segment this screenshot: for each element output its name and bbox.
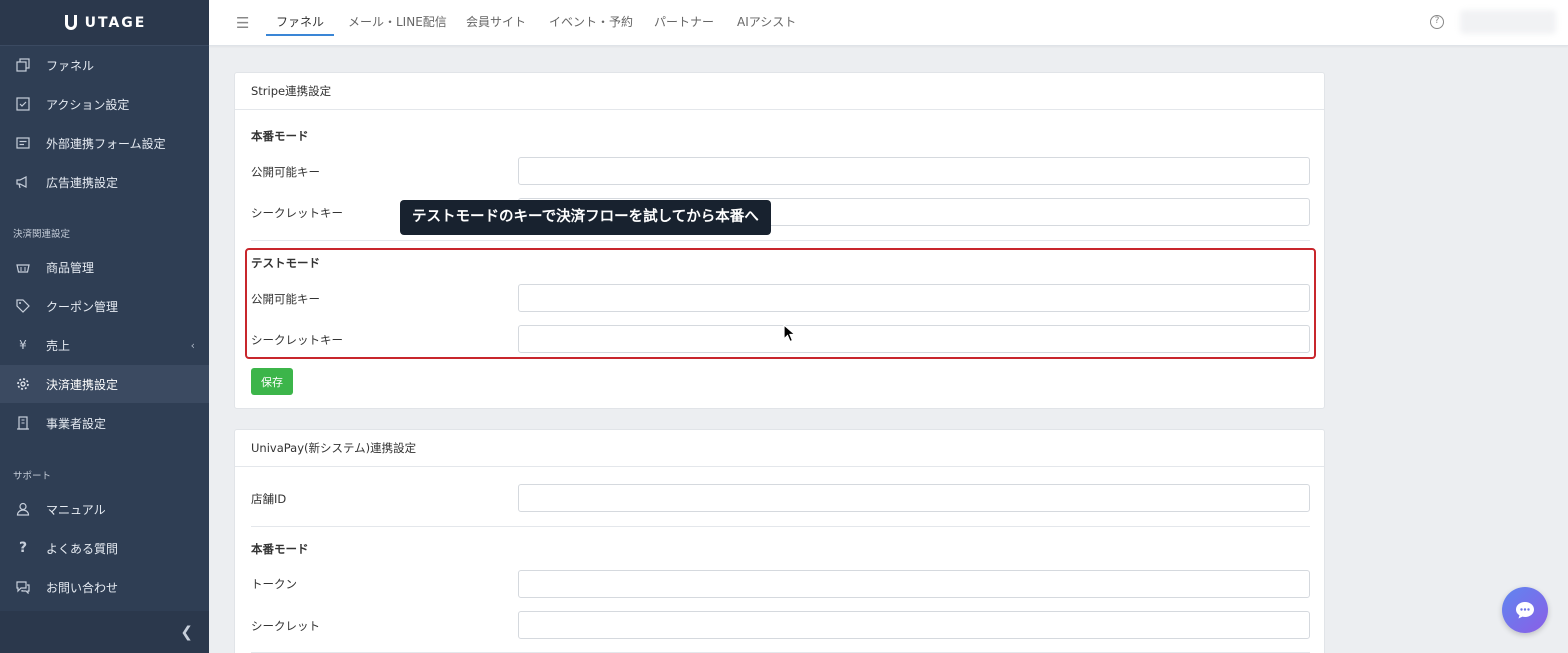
sidebar-item-label: お問い合わせ: [46, 580, 119, 595]
help-icon[interactable]: ?: [1430, 15, 1444, 29]
basket-icon: [16, 260, 30, 274]
sidebar-item-label: ファネル: [46, 58, 95, 73]
tag-icon: [16, 299, 30, 313]
sidebar-item-label: 外部連携フォーム設定: [46, 136, 166, 151]
save-button[interactable]: 保存: [251, 368, 293, 395]
sidebar-item-label: マニュアル: [46, 502, 106, 517]
sidebar-item-label: 決済連携設定: [46, 377, 119, 392]
sidebar: UTAGE ファネル アクション設定 外部連携フォーム設定 広告連携設定 決済関…: [0, 0, 209, 653]
top-nav: ☰ ファネル メール・LINE配信 会員サイト イベント・予約 パートナー AI…: [209, 0, 1568, 46]
sidebar-item-sales[interactable]: ¥ 売上 ‹: [0, 326, 209, 364]
sidebar-item-external-form[interactable]: 外部連携フォーム設定: [0, 124, 209, 162]
megaphone-icon: [16, 175, 30, 189]
person-icon: [16, 502, 30, 516]
tab-event[interactable]: イベント・予約: [549, 0, 633, 46]
gear-icon: [16, 377, 30, 391]
stripe-panel: Stripe連携設定 本番モード 公開可能キー シークレットキー テストモード …: [234, 72, 1325, 409]
brand-name: UTAGE: [84, 14, 147, 31]
chevron-left-icon: ‹: [190, 338, 195, 352]
tab-ai-assist[interactable]: AIアシスト: [737, 0, 796, 46]
sidebar-item-business[interactable]: 事業者設定: [0, 404, 209, 442]
tab-mail-line[interactable]: メール・LINE配信: [348, 0, 447, 46]
stripe-live-secret-label: シークレットキー: [251, 206, 343, 220]
sidebar-item-label: アクション設定: [46, 97, 130, 112]
univapay-panel: UnivaPay(新システム)連携設定 店舗ID 本番モード トークン シークレ…: [234, 429, 1325, 653]
active-tab-indicator: [266, 34, 335, 36]
sidebar-collapse-button[interactable]: ❮: [0, 611, 209, 653]
chevron-left-icon: ❮: [180, 623, 193, 641]
univapay-store-id-input[interactable]: [518, 484, 1310, 512]
stripe-test-title: テストモード: [251, 256, 320, 270]
hamburger-icon[interactable]: ☰: [236, 14, 249, 32]
mouse-cursor-icon: [783, 324, 797, 343]
sidebar-item-label: 売上: [46, 338, 71, 353]
sidebar-section-support: サポート: [13, 471, 52, 482]
stripe-test-publishable-label: 公開可能キー: [251, 292, 320, 306]
univapay-store-id-label: 店舗ID: [251, 492, 287, 506]
sidebar-item-coupons[interactable]: クーポン管理: [0, 287, 209, 325]
stripe-test-publishable-input[interactable]: [518, 284, 1310, 312]
tab-member-site[interactable]: 会員サイト: [466, 0, 526, 46]
sidebar-item-faq[interactable]: ? よくある質問: [0, 529, 209, 567]
yen-icon: ¥: [19, 338, 27, 352]
sidebar-item-label: 商品管理: [46, 260, 95, 275]
stripe-live-title: 本番モード: [251, 129, 309, 143]
univapay-panel-title: UnivaPay(新システム)連携設定: [235, 430, 1324, 467]
univapay-live-title: 本番モード: [251, 542, 309, 556]
form-icon: [16, 136, 30, 150]
sidebar-item-manual[interactable]: マニュアル: [0, 490, 209, 528]
checkbox-icon: [16, 97, 30, 111]
univapay-secret-input[interactable]: [518, 611, 1310, 639]
sidebar-item-action[interactable]: アクション設定: [0, 85, 209, 123]
sidebar-item-payment-integration[interactable]: 決済連携設定: [0, 365, 209, 403]
sidebar-item-ad[interactable]: 広告連携設定: [0, 163, 209, 201]
chat-support-button[interactable]: [1502, 587, 1548, 633]
sidebar-item-label: クーポン管理: [46, 299, 119, 314]
sidebar-item-contact[interactable]: お問い合わせ: [0, 568, 209, 606]
sidebar-item-funnel[interactable]: ファネル: [0, 46, 209, 84]
univapay-token-input[interactable]: [518, 570, 1310, 598]
building-icon: [16, 416, 30, 430]
annotation-tooltip: テストモードのキーで決済フローを試してから本番へ: [400, 200, 771, 235]
tab-funnel[interactable]: ファネル: [266, 0, 335, 46]
tab-partner[interactable]: パートナー: [654, 0, 714, 46]
univapay-token-label: トークン: [251, 577, 297, 591]
question-icon: ?: [18, 540, 28, 556]
sidebar-section-payment: 決済関連設定: [13, 229, 71, 240]
copy-icon: [16, 58, 30, 72]
univapay-secret-label: シークレット: [251, 619, 320, 633]
divider: [251, 240, 1310, 241]
user-menu[interactable]: [1460, 10, 1556, 34]
stripe-panel-title: Stripe連携設定: [235, 73, 1324, 110]
stripe-live-publishable-input[interactable]: [518, 157, 1310, 185]
chat-icon: [16, 580, 30, 594]
stripe-test-secret-label: シークレットキー: [251, 333, 343, 347]
sidebar-item-label: 事業者設定: [46, 416, 107, 431]
stripe-live-publishable-label: 公開可能キー: [251, 165, 320, 179]
sidebar-item-products[interactable]: 商品管理: [0, 248, 209, 286]
divider: [251, 526, 1310, 527]
stripe-test-secret-input[interactable]: [518, 325, 1310, 353]
sidebar-item-label: 広告連携設定: [46, 175, 119, 190]
sidebar-item-label: よくある質問: [46, 541, 119, 556]
brand-logo[interactable]: UTAGE: [0, 0, 209, 46]
chat-bubble-icon: [1516, 602, 1534, 619]
utage-logo-icon: [64, 14, 77, 30]
